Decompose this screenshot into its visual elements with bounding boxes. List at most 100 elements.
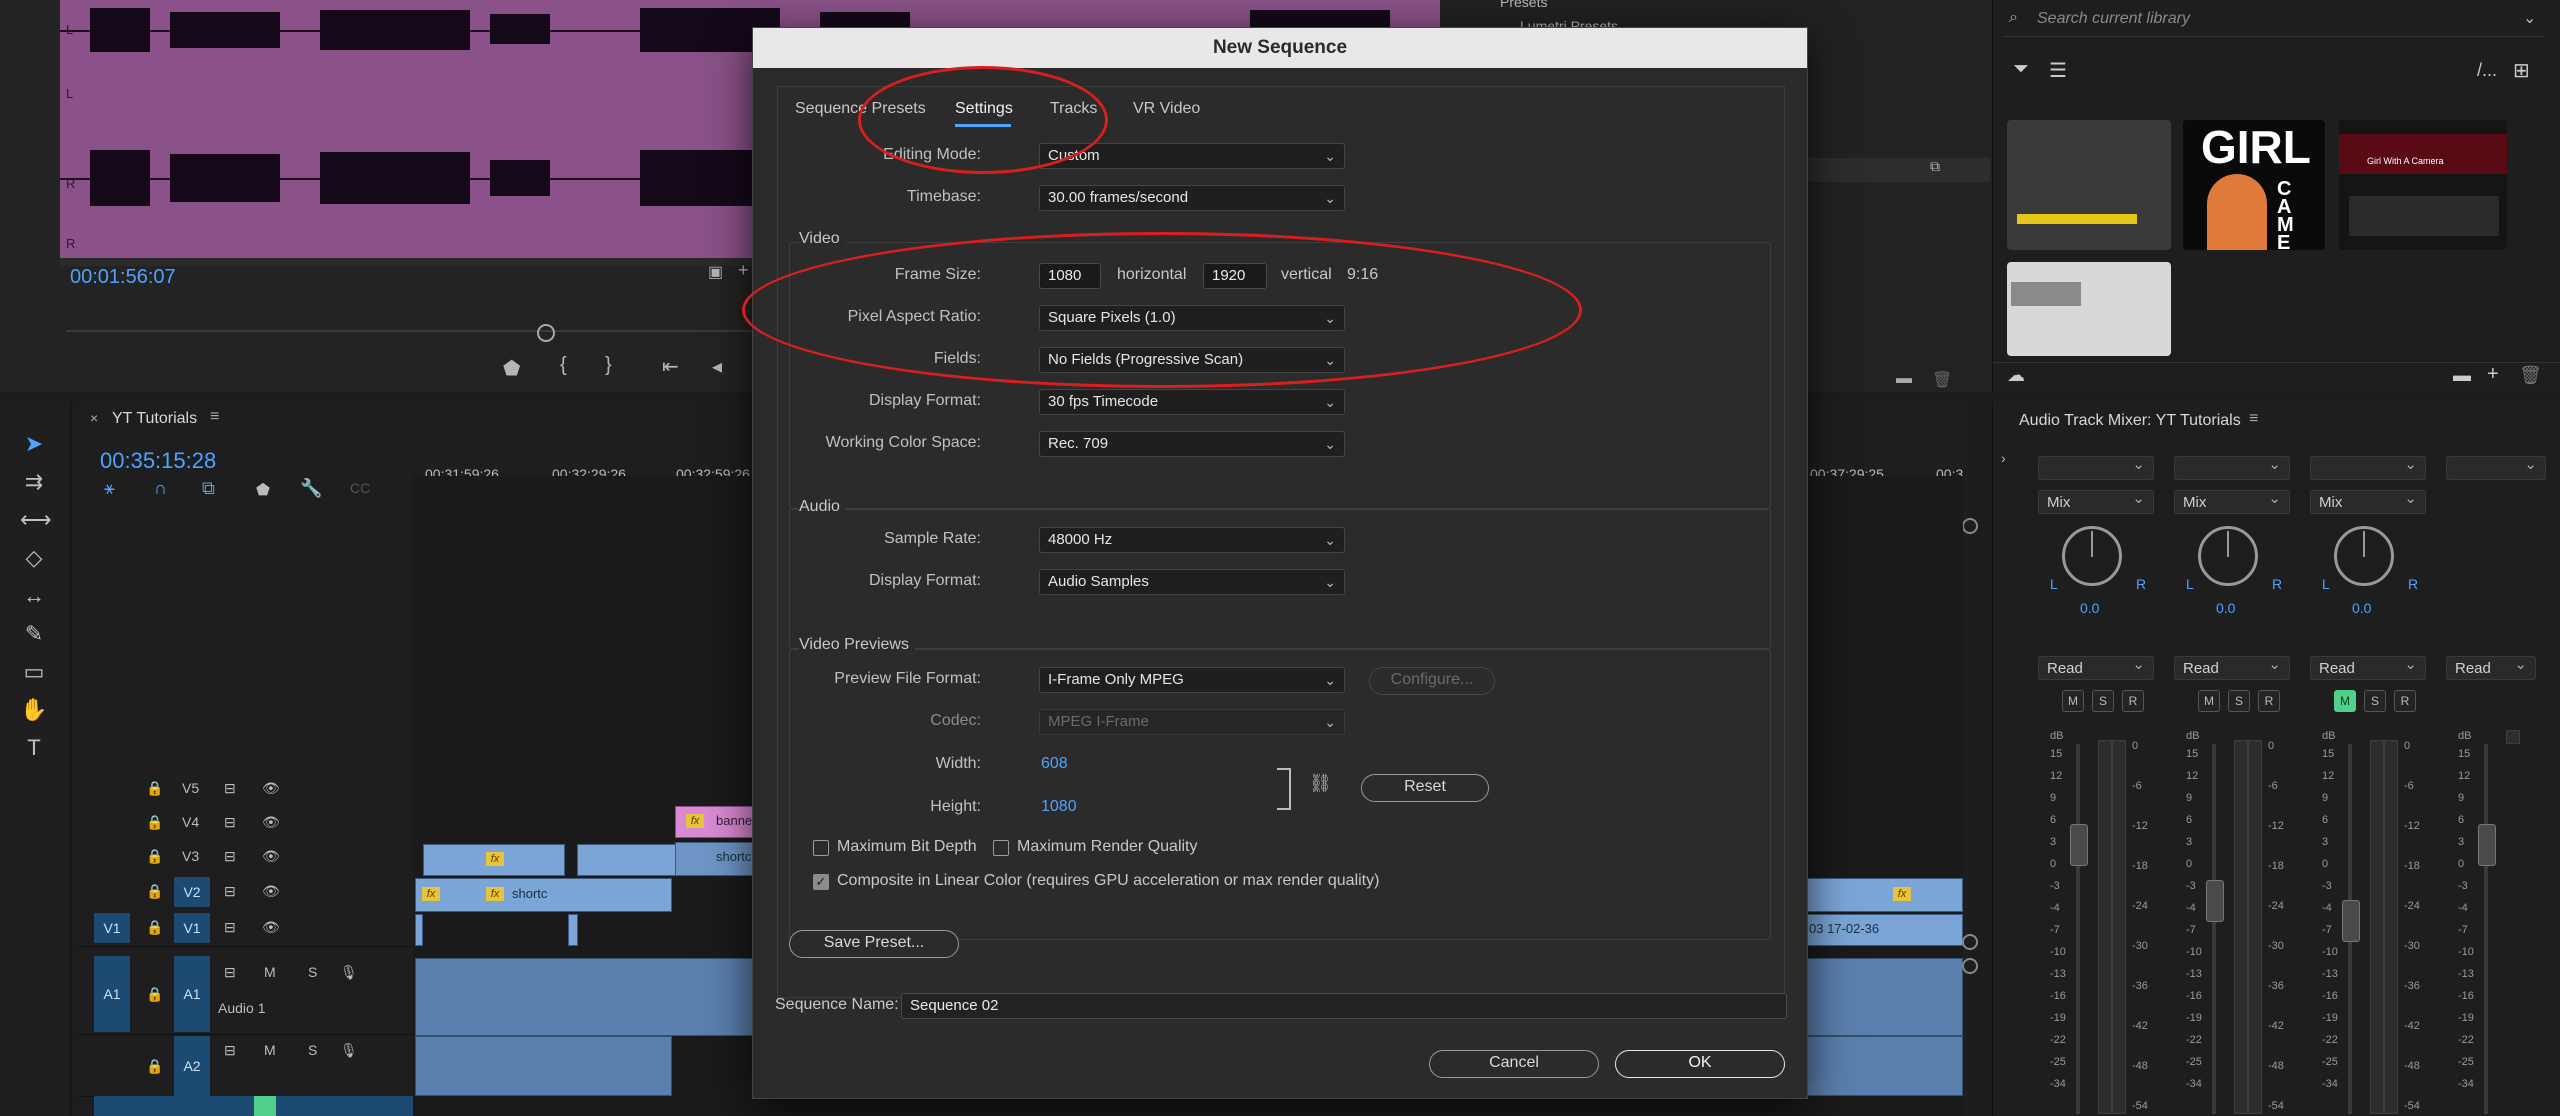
captions-icon[interactable]: CC <box>350 480 370 496</box>
lock-icon[interactable]: 🔒 <box>146 1058 163 1075</box>
library-thumb-girl[interactable]: GIRL CAMERA <box>2183 120 2325 250</box>
project-trash-icon[interactable]: 🗑 <box>1932 370 1952 390</box>
tab-tracks[interactable]: Tracks <box>1050 100 1097 118</box>
tab-vr-video[interactable]: VR Video <box>1133 100 1200 118</box>
preview-width-value[interactable]: 608 <box>1041 755 1068 773</box>
reset-button[interactable]: Reset <box>1361 774 1489 802</box>
eye-icon[interactable]: 👁 <box>262 883 280 900</box>
record-button[interactable]: R <box>2394 690 2416 712</box>
volume-fader[interactable] <box>2478 824 2496 866</box>
volume-fader[interactable] <box>2206 880 2224 922</box>
lock-icon[interactable]: 🔒 <box>146 848 163 865</box>
track-target-a2[interactable]: A2 <box>174 1036 210 1096</box>
composite-linear-checkbox[interactable]: ✓ <box>813 874 829 890</box>
track-target-v1[interactable]: V1 <box>174 913 210 943</box>
pan-value[interactable]: 0.0 <box>2216 600 2235 616</box>
playhead-handle[interactable] <box>537 324 555 342</box>
mark-in-icon[interactable]: { <box>560 354 567 377</box>
lock-icon[interactable]: 🔒 <box>146 780 163 797</box>
eye-icon[interactable]: 👁 <box>262 814 280 831</box>
solo-button[interactable]: S <box>2364 690 2386 712</box>
clip-a1-right[interactable] <box>1806 958 1963 1036</box>
input-dropdown[interactable] <box>2446 453 2546 480</box>
clip-v3-a[interactable]: fx <box>423 844 565 876</box>
automation-dropdown[interactable]: Read <box>2310 653 2426 680</box>
pan-value[interactable]: 0.0 <box>2352 600 2371 616</box>
record-button[interactable]: R <box>2122 690 2144 712</box>
input-dropdown[interactable] <box>2174 453 2290 480</box>
expand-icon[interactable]: › <box>2001 450 2006 466</box>
fields-select[interactable]: No Fields (Progressive Scan) ⌄ <box>1039 347 1345 373</box>
timeline-timecode[interactable]: 00:35:15:28 <box>100 448 216 474</box>
timebase-select[interactable]: 30.00 frames/second ⌄ <box>1039 185 1345 211</box>
preview-format-select[interactable]: I-Frame Only MPEG ⌄ <box>1039 667 1345 693</box>
pan-knob[interactable] <box>2334 526 2394 586</box>
solo-button[interactable]: S <box>2092 690 2114 712</box>
mix-dropdown[interactable]: Mix <box>2174 487 2290 514</box>
folder-icon[interactable]: ▬ <box>2453 365 2471 386</box>
mic-icon[interactable]: 🎙 <box>340 964 358 981</box>
presets-folder[interactable]: Presets <box>1500 0 1547 10</box>
library-search-bar[interactable]: ⌕ Search current library ⌄ <box>2003 6 2543 37</box>
mute-button[interactable]: M <box>264 964 276 980</box>
wrench-icon[interactable]: 🔧 <box>300 478 322 499</box>
hand-tool-icon[interactable]: ✋ <box>20 696 48 724</box>
scroll-handle[interactable] <box>1962 518 1978 534</box>
add-marker-icon[interactable]: ⬟ <box>256 480 270 500</box>
type-tool-icon[interactable]: T <box>20 734 48 762</box>
track-target-v2[interactable]: V2 <box>174 877 210 907</box>
max-render-quality-checkbox[interactable] <box>993 840 1009 856</box>
clip-v2-right[interactable]: fx <box>1806 878 1963 912</box>
mix-dropdown[interactable]: Mix <box>2310 487 2426 514</box>
color-space-select[interactable]: Rec. 709 ⌄ <box>1039 431 1345 457</box>
sequence-name-input[interactable]: Sequence 02 <box>901 993 1787 1019</box>
selection-tool-icon[interactable]: ➤ <box>20 430 48 458</box>
sync-icon[interactable]: ⊟ <box>224 1042 236 1059</box>
rectangle-tool-icon[interactable]: ▭ <box>20 658 48 686</box>
library-thumb-4[interactable] <box>2007 262 2171 356</box>
clip-banner[interactable]: fx banne <box>675 806 757 838</box>
eye-icon[interactable]: 👁 <box>262 780 280 797</box>
clip-a2[interactable] <box>415 1036 672 1096</box>
volume-fader[interactable] <box>2342 900 2360 942</box>
add-button-icon[interactable]: + <box>738 260 749 281</box>
filter-icon[interactable]: ⏷ <box>2013 58 2029 81</box>
ok-button[interactable]: OK <box>1615 1050 1785 1078</box>
sync-icon[interactable]: ⊟ <box>224 780 236 797</box>
volume-fader[interactable] <box>2070 824 2088 866</box>
display-format-select[interactable]: 30 fps Timecode ⌄ <box>1039 389 1345 415</box>
preview-height-value[interactable]: 1080 <box>1041 798 1077 816</box>
sample-rate-select[interactable]: 48000 Hz ⌄ <box>1039 527 1345 553</box>
clip-v2[interactable]: fx fx shortc <box>415 878 672 912</box>
clip-a1[interactable] <box>415 958 757 1036</box>
editing-mode-select[interactable]: Custom ⌄ <box>1039 143 1345 169</box>
lock-icon[interactable]: 🔒 <box>146 814 163 831</box>
panel-menu-icon[interactable]: ≡ <box>210 408 219 426</box>
mic-icon[interactable]: 🎙 <box>340 1042 358 1059</box>
frame-height-input[interactable]: 1920 <box>1203 263 1267 289</box>
timeline-tab[interactable]: YT Tutorials <box>112 410 197 428</box>
track-select-tool-icon[interactable]: ⇉ <box>20 468 48 496</box>
sort-icon[interactable]: ☰ <box>2049 58 2067 83</box>
ripple-edit-tool-icon[interactable]: ⟷ <box>20 506 52 534</box>
source-timecode[interactable]: 00:01:56:07 <box>70 266 176 289</box>
library-thumb-1[interactable] <box>2007 120 2171 250</box>
clip-v1-a[interactable] <box>415 914 423 946</box>
new-bin-icon[interactable]: ▬ <box>1896 370 1912 388</box>
mark-out-icon[interactable]: } <box>605 354 612 377</box>
vscroll-handle-bottom[interactable] <box>1962 958 1978 974</box>
mute-a3-button[interactable] <box>254 1096 276 1116</box>
sync-icon[interactable]: ⊟ <box>224 964 236 981</box>
mixer-title[interactable]: Audio Track Mixer: YT Tutorials <box>2019 412 2241 430</box>
razor-tool-icon[interactable]: ◇ <box>20 544 48 572</box>
track-target-a1[interactable]: A1 <box>174 956 210 1032</box>
par-select[interactable]: Square Pixels (1.0) ⌄ <box>1039 305 1345 331</box>
slip-tool-icon[interactable]: ↔ <box>20 582 48 610</box>
solo-button[interactable]: S <box>308 964 317 980</box>
lock-icon[interactable]: 🔒 <box>146 986 163 1003</box>
sync-icon[interactable]: ⊟ <box>224 919 236 936</box>
library-dropdown-icon[interactable]: ⌄ <box>2523 8 2536 28</box>
tab-settings[interactable]: Settings <box>955 100 1013 118</box>
frame-width-input[interactable]: 1080 <box>1039 263 1101 289</box>
mute-button-active[interactable]: M <box>2334 690 2356 712</box>
